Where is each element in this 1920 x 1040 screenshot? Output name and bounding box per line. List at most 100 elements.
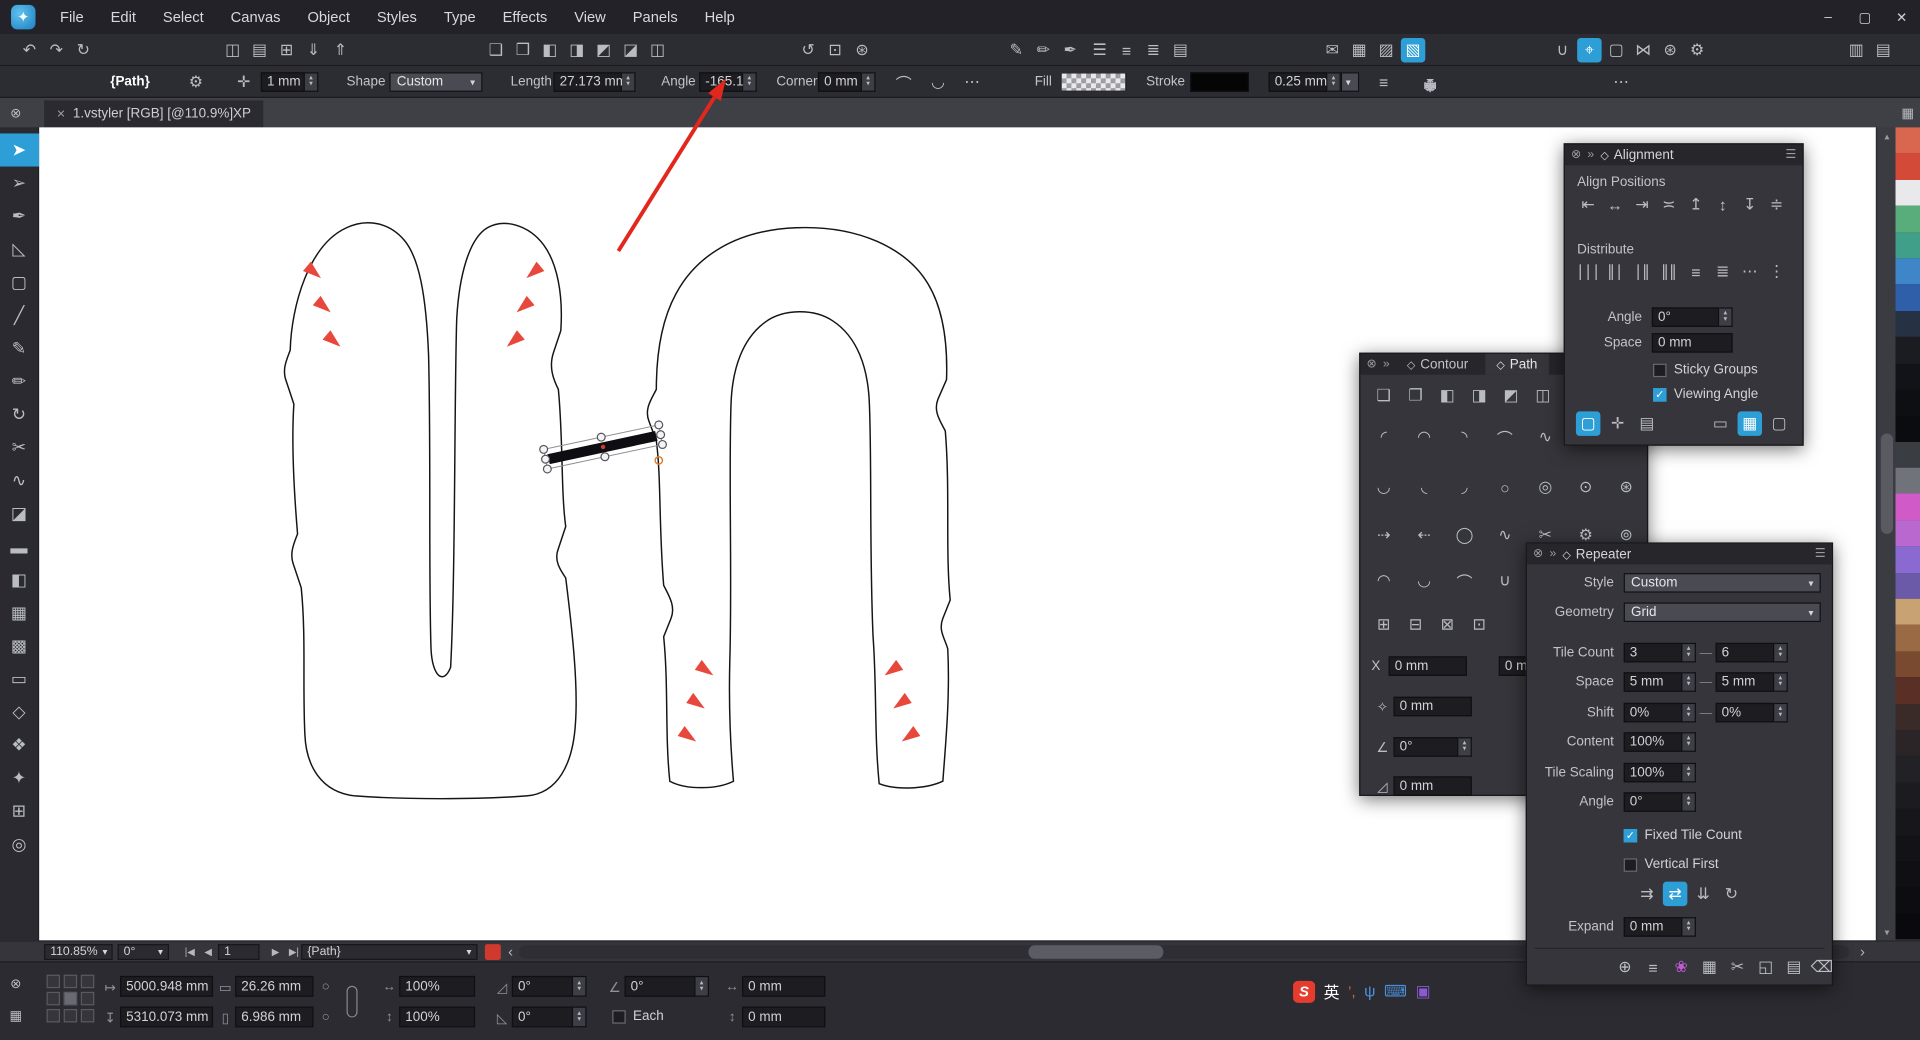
print-icon[interactable]: ▤ [1871,38,1895,62]
virtual-keyboard-icon[interactable]: ⌨ [1384,981,1407,1001]
join-corner-icon[interactable]: ◡ [926,70,950,94]
distribute-gap-v-icon[interactable]: ⋮ [1764,260,1788,284]
fit-tiles-icon[interactable]: ◱ [1753,955,1777,979]
rotate-tool[interactable]: ↻ [0,398,39,431]
rect-tool[interactable]: ▭ [0,662,39,695]
cap-square-icon[interactable]: ◝ [1452,425,1476,449]
dash-forward-icon[interactable]: ⇢ [1371,523,1395,547]
selection-handle[interactable] [657,431,665,439]
selection-handle[interactable] [597,433,605,441]
tile-count-x-field[interactable]: 3 [1624,643,1683,663]
panel-dock-icon[interactable] [1549,547,1556,560]
cap-round-icon[interactable]: ◠ [1412,425,1436,449]
panel-menu-icon[interactable] [1785,148,1796,161]
alignment-angle-field[interactable]: 0° [1652,307,1719,327]
fill-path-icon[interactable]: ⊡ [1467,612,1491,636]
curve-smooth-icon[interactable]: ◡ [1371,475,1395,499]
order-snake-icon[interactable]: ⇄ [1663,882,1687,906]
align-left-icon[interactable]: ⇤ [1576,192,1600,216]
color-swatch[interactable] [1896,468,1920,494]
color-swatch[interactable] [1896,730,1920,756]
table-icon[interactable]: ▦ [1347,38,1371,62]
node-edit-icon[interactable]: ✒ [1058,38,1082,62]
scale-y-field[interactable]: 100% [399,1007,475,1028]
transparency-grid-icon[interactable]: ▧ [1401,38,1425,62]
redo-icon[interactable]: ↷ [44,38,68,62]
join-wave-icon[interactable]: ∿ [1533,425,1557,449]
repeater-angle-stepper[interactable] [1682,792,1695,812]
constrain-h-icon[interactable]: ○ [318,1010,333,1025]
curve-ring-icon[interactable]: ◎ [1533,475,1557,499]
page-tiles-icon[interactable]: ▤ [1782,955,1806,979]
tile-scaling-stepper[interactable] [1682,763,1695,783]
align-to-canvas-icon[interactable]: ▭ [1708,411,1732,435]
microphone-icon[interactable]: ψ [1364,982,1375,1000]
next-frame-icon[interactable]: ▶ [267,943,284,960]
contour-angle-field[interactable]: 0° [1393,737,1458,757]
corner-field[interactable]: 0 mm [818,72,862,92]
notch-mark[interactable] [881,660,903,681]
color-swatch[interactable] [1896,520,1920,546]
wand-tool[interactable]: ✦ [0,762,39,795]
stroke-options-icon[interactable]: ≡ [1371,70,1395,94]
link-dimensions-icon[interactable] [347,986,358,1018]
notch-mark[interactable] [890,693,912,714]
arc-up-icon[interactable]: ◠ [1371,568,1395,592]
pencil-tool[interactable]: ✏ [0,365,39,398]
notch-mark[interactable] [303,262,325,283]
transform-origin-icon[interactable]: ✛ [231,70,255,94]
notch-mark[interactable] [695,660,717,681]
selection-handle[interactable] [540,445,548,453]
stroke-weight-stepper[interactable] [305,72,318,92]
boolean-divide-icon[interactable]: ◩ [591,38,615,62]
snapping-toggle-icon[interactable]: ⌖ [1577,38,1601,62]
vertical-scroll-thumb[interactable] [1881,433,1893,533]
distribute-left-icon[interactable]: ∣∣∣ [1576,260,1600,284]
anchor-point-selector[interactable] [47,975,95,1023]
pen-nib-tool[interactable]: ✒ [0,200,39,233]
menu-file[interactable]: File [47,0,98,34]
corner-stepper[interactable] [862,72,875,92]
arc-flat-icon[interactable]: ⌒ [1452,568,1476,592]
curve-target-icon[interactable]: ⊙ [1573,475,1597,499]
distribute-top-icon[interactable]: ≡ [1684,260,1708,284]
transform-grid-icon[interactable] [5,1004,27,1026]
eraser-tool[interactable]: ◪ [0,497,39,530]
mesh-tool[interactable]: ▦ [0,596,39,629]
menu-view[interactable]: View [561,0,620,34]
stroke-width-field[interactable]: 0.25 mm [1269,72,1328,92]
color-swatch[interactable] [1896,808,1920,834]
zoom-tool[interactable]: ◎ [0,828,39,861]
connect-icon[interactable]: ⋈ [1631,38,1655,62]
tile-count-y-stepper[interactable] [1774,643,1787,663]
curve-spiral-icon[interactable]: ⊛ [1614,475,1638,499]
wave-path-icon[interactable]: ∿ [1493,523,1517,547]
selection-scope-dropdown[interactable]: {Path} [301,944,477,960]
alignment-space-field[interactable]: 0 mm [1652,333,1733,353]
select-tool[interactable]: ➤ [0,133,39,166]
path-outline-icon[interactable]: ◫ [1531,383,1555,407]
menu-canvas[interactable]: Canvas [217,0,294,34]
dropper-icon[interactable]: ✧ [1371,696,1393,718]
palette-options-icon[interactable] [1897,102,1919,124]
width-field[interactable]: 26.26 mm [235,976,313,997]
content-field[interactable]: 100% [1624,732,1683,752]
marquee-tool[interactable]: ▢ [0,266,39,299]
split-tiles-icon[interactable]: ✂ [1725,955,1749,979]
stroke-width-dropdown[interactable] [1341,72,1359,92]
roller-tool[interactable]: ▬ [0,530,39,563]
distribute-gap-h-icon[interactable]: ∥∥ [1657,260,1681,284]
crop-icon[interactable]: ⊡ [823,38,847,62]
tab-close-icon[interactable] [56,107,65,120]
color-swatch[interactable] [1896,573,1920,599]
ime-punctuation-icon[interactable]: ’, [1348,983,1355,1000]
selection-handle[interactable] [655,421,663,429]
notch-mark[interactable] [313,296,335,317]
copy-path-icon[interactable]: ⊞ [1371,612,1395,636]
color-swatch[interactable] [1896,677,1920,703]
panel-close-icon[interactable] [1533,547,1543,560]
selection-handle[interactable] [543,465,551,473]
preflight-icon[interactable]: ▥ [1844,38,1868,62]
tab-path[interactable]: Path [1485,354,1548,375]
path-intersect-icon[interactable]: ◧ [1435,383,1459,407]
